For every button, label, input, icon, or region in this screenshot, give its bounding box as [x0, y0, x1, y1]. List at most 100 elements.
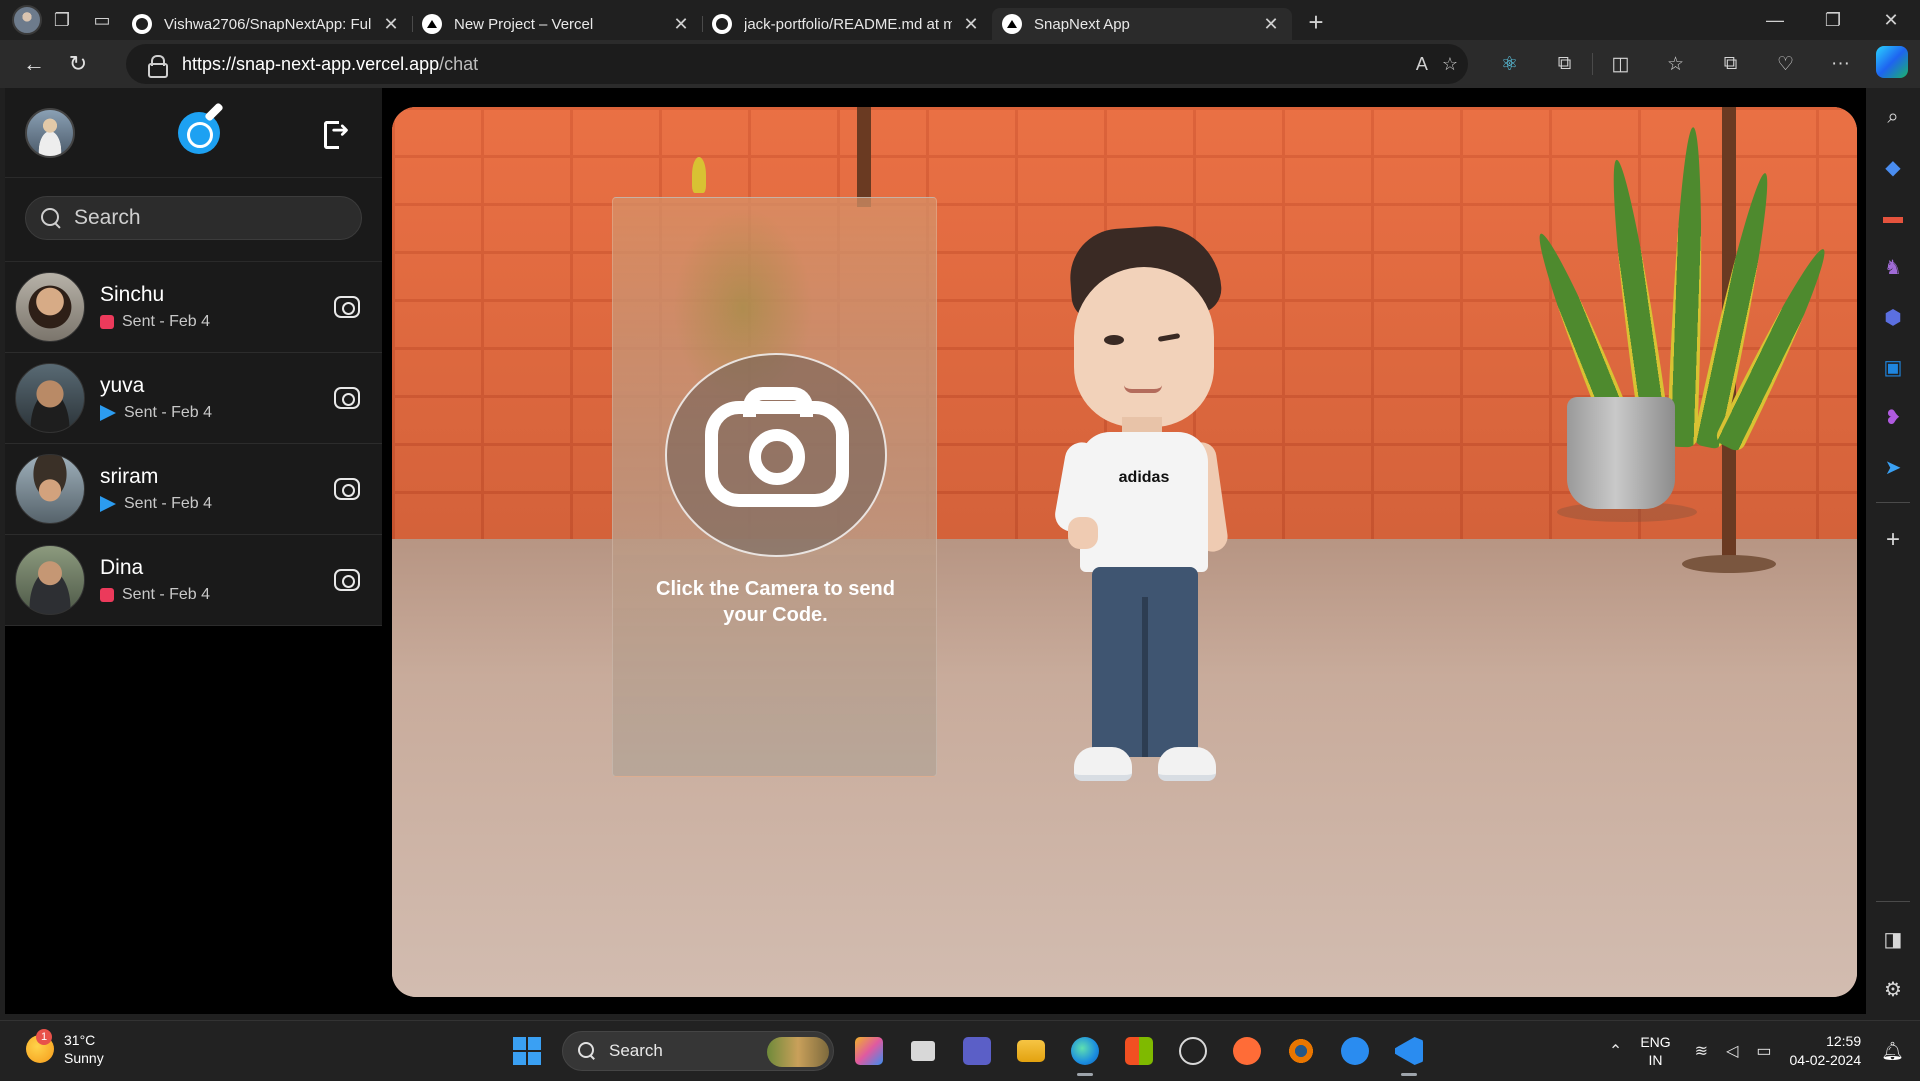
tab-snapnextapp-repo[interactable]: Vishwa2706/SnapNextApp: Full S ✕: [122, 8, 412, 40]
tab-snapnext-app[interactable]: SnapNext App ✕: [992, 8, 1292, 40]
close-tab-icon[interactable]: ✕: [380, 14, 402, 35]
read-aloud-icon[interactable]: A: [1416, 54, 1428, 75]
wifi-icon[interactable]: ≋: [1695, 1041, 1708, 1061]
camera-icon[interactable]: [334, 296, 360, 318]
tab-title: jack-portfolio/README.md at ma: [744, 15, 952, 33]
chat-sidebar: Sinchu Sent - Feb 4 yuva Sent - Feb 4 sr…: [5, 88, 382, 1014]
close-tab-icon[interactable]: ✕: [670, 14, 692, 35]
bitmoji-avatar: adidas: [1052, 221, 1252, 787]
taskbar-apps: Search: [500, 1027, 1436, 1076]
favorite-star-icon[interactable]: ☆: [1442, 54, 1458, 75]
new-tab-button[interactable]: +: [1298, 4, 1334, 40]
file-explorer-icon[interactable]: [1009, 1029, 1053, 1073]
more-menu-icon[interactable]: ···: [1813, 40, 1868, 88]
tab-title: Vishwa2706/SnapNextApp: Full S: [164, 15, 372, 33]
github-icon: [712, 14, 732, 34]
taskbar-search-label: Search: [609, 1041, 663, 1060]
task-view-icon[interactable]: [901, 1029, 945, 1073]
chat-status: Sent - Feb 4: [122, 586, 211, 603]
vscode-icon[interactable]: [1387, 1029, 1431, 1076]
shirt-logo: adidas: [1118, 469, 1170, 486]
postman-icon[interactable]: [1225, 1029, 1269, 1073]
tools-briefcase-icon[interactable]: ▬: [1873, 196, 1913, 238]
extensions-icon[interactable]: ⧉: [1537, 40, 1592, 88]
chat-name: Dina: [100, 556, 144, 579]
collections-icon[interactable]: ⧉: [1703, 40, 1758, 88]
show-hidden-icons-chevron-up-icon[interactable]: ⌃: [1609, 1041, 1622, 1061]
notification-bell-icon[interactable]: 🔔︎: [1881, 1041, 1904, 1062]
blender-icon[interactable]: [1279, 1029, 1323, 1073]
chat-status: Sent - Feb 4: [124, 404, 213, 421]
open-camera-button[interactable]: [665, 353, 887, 557]
chat-item-sriram[interactable]: sriram Sent - Feb 4: [5, 444, 382, 535]
chat-item-yuva[interactable]: yuva Sent - Feb 4: [5, 353, 382, 444]
search-box[interactable]: [25, 196, 362, 240]
minimize-icon[interactable]: —: [1746, 0, 1804, 40]
settings-gear-icon[interactable]: ⚙: [1873, 968, 1913, 1010]
tab-vercel-new-project[interactable]: New Project – Vercel ✕: [412, 8, 702, 40]
github-icon: [132, 14, 152, 34]
close-window-icon[interactable]: ✕: [1862, 0, 1920, 40]
volume-icon[interactable]: ◁: [1726, 1041, 1738, 1061]
user-avatar[interactable]: [25, 107, 75, 158]
avatar: [15, 272, 85, 342]
lamp-pole: [857, 107, 871, 207]
region-code: IN: [1648, 1052, 1663, 1068]
tab-jack-portfolio-readme[interactable]: jack-portfolio/README.md at ma ✕: [702, 8, 992, 40]
close-tab-icon[interactable]: ✕: [1260, 14, 1282, 35]
games-icon[interactable]: ♞: [1873, 246, 1913, 288]
sent-snap-icon: [100, 588, 114, 602]
camera-icon[interactable]: [334, 478, 360, 500]
refresh-icon[interactable]: ↻: [56, 44, 100, 84]
weather-temp: 31°C: [64, 1032, 96, 1048]
sidebar-divider: [1876, 901, 1910, 902]
microsoft-store-icon[interactable]: [1117, 1029, 1161, 1073]
add-icon[interactable]: +: [1873, 519, 1913, 561]
chat-name: Sinchu: [100, 283, 165, 306]
plant-leaf-tip: [692, 157, 706, 193]
edge-browser-icon[interactable]: [1063, 1029, 1107, 1076]
microsoft365-icon[interactable]: ⬢: [1873, 296, 1913, 338]
address-bar[interactable]: https://snap-next-app.vercel.app/chat A …: [126, 44, 1468, 84]
react-devtools-icon[interactable]: ⚛: [1482, 40, 1537, 88]
lock-icon[interactable]: [148, 55, 168, 78]
chat-item-dina[interactable]: Dina Sent - Feb 4: [5, 535, 382, 626]
copilot-pre-app-icon[interactable]: [847, 1029, 891, 1073]
designer-icon[interactable]: ❥: [1873, 396, 1913, 438]
teams-icon[interactable]: [955, 1029, 999, 1073]
close-tab-icon[interactable]: ✕: [960, 14, 982, 35]
clock[interactable]: 12:59 04-02-2024: [1790, 1032, 1862, 1070]
language-indicator[interactable]: ENG IN: [1640, 1033, 1670, 1069]
chat-name: yuva: [100, 374, 145, 397]
tab-actions-icon[interactable]: ▭: [82, 0, 122, 40]
outlook-icon[interactable]: ▣: [1873, 346, 1913, 388]
avatar: [15, 454, 85, 524]
camera-prompt: Click the Camera to send your Code.: [656, 578, 895, 626]
workspaces-icon[interactable]: ❐: [42, 0, 82, 40]
search-icon[interactable]: ⌕: [1873, 96, 1913, 138]
app-store-icon[interactable]: [1333, 1029, 1377, 1073]
send-icon[interactable]: ➤: [1873, 446, 1913, 488]
search-input[interactable]: [74, 206, 334, 230]
battery-icon[interactable]: ▭: [1756, 1041, 1771, 1061]
split-screen-icon[interactable]: ◫: [1593, 40, 1648, 88]
copilot-icon[interactable]: [1876, 46, 1908, 78]
clock-time: 12:59: [1826, 1033, 1862, 1049]
search-icon: [40, 207, 62, 229]
browser-essentials-icon[interactable]: ♡: [1758, 40, 1813, 88]
browser-profile-avatar[interactable]: [12, 5, 42, 35]
camera-icon[interactable]: [334, 387, 360, 409]
camera-icon[interactable]: [334, 569, 360, 591]
shopping-tag-icon[interactable]: ◆: [1873, 146, 1913, 188]
dell-icon[interactable]: [1171, 1029, 1215, 1073]
back-arrow-icon[interactable]: ←: [12, 44, 56, 84]
chat-item-sinchu[interactable]: Sinchu Sent - Feb 4: [5, 262, 382, 353]
favorites-icon[interactable]: ☆: [1648, 40, 1703, 88]
start-button[interactable]: [505, 1029, 549, 1073]
restore-icon[interactable]: ❐: [1804, 0, 1862, 40]
window-controls: — ❐ ✕: [1746, 0, 1920, 40]
weather-widget[interactable]: 1 31°C Sunny: [26, 1029, 104, 1067]
logout-icon[interactable]: [322, 118, 352, 149]
hide-sidebar-icon[interactable]: ◨: [1873, 918, 1913, 960]
taskbar-search[interactable]: Search: [562, 1031, 834, 1071]
